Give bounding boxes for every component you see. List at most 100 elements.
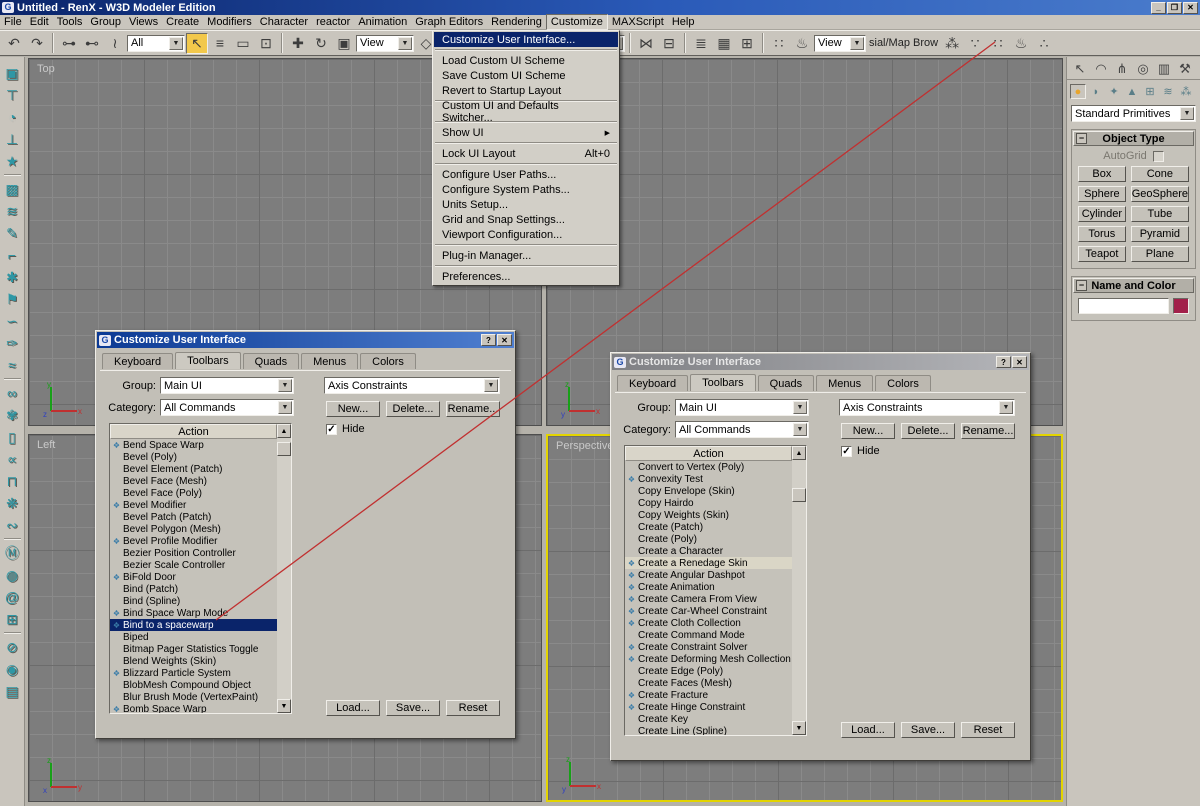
action-item-blur-brush-mode-vertexpaint[interactable]: Blur Brush Mode (VertexPaint) bbox=[110, 691, 277, 703]
action-item-create-animation[interactable]: ❖Create Animation bbox=[625, 581, 792, 593]
action-item-bind-patch[interactable]: Bind (Patch) bbox=[110, 583, 277, 595]
blocks-icon[interactable]: ▣ bbox=[2, 62, 23, 84]
primitives-combobox[interactable]: Standard Primitives ▼ bbox=[1071, 105, 1196, 122]
menubar-item-character[interactable]: Character bbox=[256, 15, 312, 29]
action-item-bezier-scale-controller[interactable]: Bezier Scale Controller bbox=[110, 559, 277, 571]
action-list-header[interactable]: Action bbox=[110, 424, 277, 439]
select-and-rotate-icon[interactable]: ↻ bbox=[310, 33, 332, 54]
chevron-down-icon[interactable]: ▼ bbox=[398, 37, 412, 50]
close-button[interactable]: ✕ bbox=[497, 334, 512, 346]
new-button[interactable]: New... bbox=[841, 423, 895, 439]
tab-keyboard[interactable]: Keyboard bbox=[617, 375, 688, 391]
menu-item-preferences[interactable]: Preferences... bbox=[434, 269, 618, 284]
dancer-icon[interactable]: ✾ bbox=[2, 404, 23, 426]
object-type-cylinder[interactable]: Cylinder bbox=[1078, 206, 1126, 222]
menubar-item-edit[interactable]: Edit bbox=[26, 15, 53, 29]
knot-icon[interactable]: ∞ bbox=[2, 382, 23, 404]
minimize-button[interactable]: _ bbox=[1151, 2, 1166, 14]
menu-item-configure-user-paths[interactable]: Configure User Paths... bbox=[434, 167, 618, 182]
object-type-torus[interactable]: Torus bbox=[1078, 226, 1126, 242]
menu-item-revert-to-startup-layout[interactable]: Revert to Startup Layout bbox=[434, 83, 618, 98]
action-item-create-patch[interactable]: Create (Patch) bbox=[625, 521, 792, 533]
tab-colors[interactable]: Colors bbox=[875, 375, 931, 391]
tab-quads[interactable]: Quads bbox=[758, 375, 814, 391]
menubar-item-file[interactable]: File bbox=[0, 15, 26, 29]
save-button[interactable]: Save... bbox=[386, 700, 440, 716]
dots-group-icon[interactable]: ∵ bbox=[964, 33, 986, 54]
dialog-titlebar[interactable]: G Customize User Interface ? ✕ bbox=[612, 354, 1029, 370]
select-by-name-icon[interactable]: ≡ bbox=[209, 33, 231, 54]
chevron-down-icon[interactable]: ▼ bbox=[278, 379, 292, 392]
action-item-copy-hairdo[interactable]: Copy Hairdo bbox=[625, 497, 792, 509]
group-combobox[interactable]: Main UI ▼ bbox=[675, 399, 809, 416]
menubar-item-customize[interactable]: Customize bbox=[546, 14, 608, 30]
action-item-biped[interactable]: Biped bbox=[110, 631, 277, 643]
menu-item-custom-ui-and-defaults-switcher[interactable]: Custom UI and Defaults Switcher... bbox=[434, 104, 618, 119]
menu-item-save-custom-ui-scheme[interactable]: Save Custom UI Scheme bbox=[434, 68, 618, 83]
action-list-header[interactable]: Action bbox=[625, 446, 792, 461]
object-type-geosphere[interactable]: GeoSphere bbox=[1131, 186, 1189, 202]
chevron-down-icon[interactable]: ▼ bbox=[793, 401, 807, 414]
reset-button[interactable]: Reset bbox=[961, 722, 1015, 738]
action-item-bind-to-a-spacewarp[interactable]: ❖Bind to a spacewarp bbox=[110, 619, 277, 631]
action-item-create-line-spline[interactable]: Create Line (Spline) bbox=[625, 725, 792, 735]
tab-keyboard[interactable]: Keyboard bbox=[102, 353, 173, 369]
scroll-thumb[interactable] bbox=[277, 442, 291, 456]
tab-colors[interactable]: Colors bbox=[360, 353, 416, 369]
action-item-blizzard-particle-system[interactable]: ❖Blizzard Particle System bbox=[110, 667, 277, 679]
scroll-down-icon[interactable]: ▼ bbox=[792, 721, 806, 735]
reset-button[interactable]: Reset bbox=[446, 700, 500, 716]
menubar-item-modifiers[interactable]: Modifiers bbox=[203, 15, 256, 29]
action-item-bifold-door[interactable]: ❖BiFold Door bbox=[110, 571, 277, 583]
action-item-bevel-polygon-mesh[interactable]: Bevel Polygon (Mesh) bbox=[110, 523, 277, 535]
springs-icon[interactable]: ≋ bbox=[2, 200, 23, 222]
action-item-create-constraint-solver[interactable]: ❖Create Constraint Solver bbox=[625, 641, 792, 653]
handcuffs-icon[interactable]: ∝ bbox=[2, 448, 23, 470]
display-tab-icon[interactable]: ▥ bbox=[1155, 60, 1173, 77]
action-item-create-cloth-collection[interactable]: ❖Create Cloth Collection bbox=[625, 617, 792, 629]
action-item-create-a-character[interactable]: Create a Character bbox=[625, 545, 792, 557]
chevron-down-icon[interactable]: ▼ bbox=[278, 401, 292, 414]
action-item-create-car-wheel-constraint[interactable]: ❖Create Car-Wheel Constraint bbox=[625, 605, 792, 617]
group-combobox[interactable]: Main UI ▼ bbox=[160, 377, 294, 394]
collapse-icon[interactable]: − bbox=[1076, 133, 1087, 144]
tab-toolbars[interactable]: Toolbars bbox=[175, 352, 241, 369]
action-item-bevel-patch-patch[interactable]: Bevel Patch (Patch) bbox=[110, 511, 277, 523]
mirror-icon[interactable]: ⋈ bbox=[635, 33, 657, 54]
select-object-icon[interactable]: ↖ bbox=[186, 33, 208, 54]
material-editor-icon[interactable]: ∷ bbox=[768, 33, 790, 54]
close-button[interactable]: ✕ bbox=[1183, 2, 1198, 14]
object-color-swatch[interactable] bbox=[1173, 298, 1189, 314]
action-item-create-poly[interactable]: Create (Poly) bbox=[625, 533, 792, 545]
dots-id-icon[interactable]: ∴ bbox=[1033, 33, 1055, 54]
render-teapot-icon[interactable]: ♨ bbox=[1010, 33, 1032, 54]
action-item-create-deforming-mesh-collection[interactable]: ❖Create Deforming Mesh Collection bbox=[625, 653, 792, 665]
spiral-material-icon[interactable]: @ bbox=[2, 586, 23, 608]
object-type-cone[interactable]: Cone bbox=[1131, 166, 1189, 182]
menubar-item-rendering[interactable]: Rendering bbox=[487, 15, 546, 29]
select-and-move-icon[interactable]: ✚ bbox=[287, 33, 309, 54]
action-item-bevel-face-mesh[interactable]: Bevel Face (Mesh) bbox=[110, 475, 277, 487]
selection-filter-combobox[interactable]: All▼ bbox=[127, 35, 185, 52]
rename-button[interactable]: Rename... bbox=[961, 423, 1015, 439]
action-item-bevel-poly[interactable]: Bevel (Poly) bbox=[110, 451, 277, 463]
systems-category-icon[interactable]: ⁂ bbox=[1178, 84, 1194, 99]
weathervane-icon[interactable]: ⚑ bbox=[2, 288, 23, 310]
tab-toolbars[interactable]: Toolbars bbox=[690, 374, 756, 391]
scrollbar[interactable]: ▲ ▼ bbox=[792, 446, 806, 735]
name-color-rollout-header[interactable]: − Name and Color bbox=[1073, 278, 1194, 293]
rename-button[interactable]: Rename... bbox=[446, 401, 500, 417]
action-item-bomb-space-warp[interactable]: ❖Bomb Space Warp bbox=[110, 703, 277, 713]
action-item-bitmap-pager-statistics-toggle[interactable]: Bitmap Pager Statistics Toggle bbox=[110, 643, 277, 655]
object-type-pyramid[interactable]: Pyramid bbox=[1131, 226, 1189, 242]
schematic-view-icon[interactable]: ⊞ bbox=[736, 33, 758, 54]
star-wheel-icon[interactable]: ❋ bbox=[2, 492, 23, 514]
shapes-category-icon[interactable]: ◗ bbox=[1088, 84, 1104, 99]
chevron-down-icon[interactable]: ▼ bbox=[850, 37, 864, 50]
chisel-icon[interactable]: ✎ bbox=[2, 222, 23, 244]
action-item-create-hinge-constraint[interactable]: ❖Create Hinge Constraint bbox=[625, 701, 792, 713]
menubar-item-maxscript[interactable]: MAXScript bbox=[608, 15, 668, 29]
window-panel-icon[interactable]: ⊞ bbox=[2, 608, 23, 630]
help-button[interactable]: ? bbox=[996, 356, 1011, 368]
hide-checkbox[interactable]: ✓ bbox=[326, 424, 337, 435]
